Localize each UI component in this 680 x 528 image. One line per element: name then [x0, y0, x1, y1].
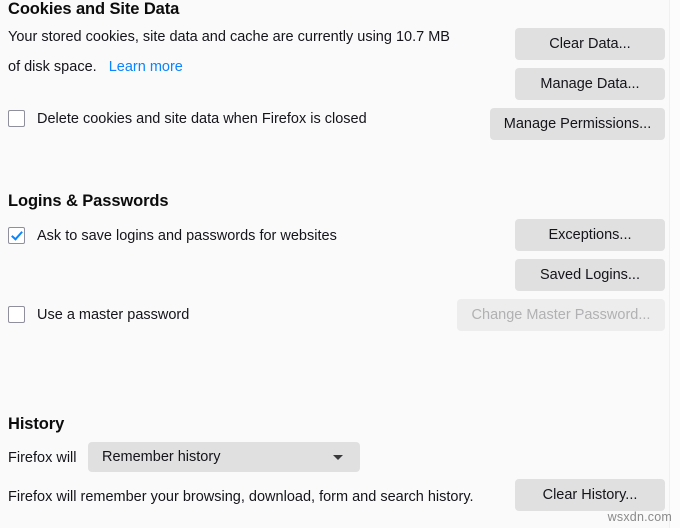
privacy-settings-panel: Cookies and Site Data Your stored cookie… — [0, 0, 680, 528]
history-mode-dropdown[interactable]: Remember history — [88, 442, 360, 472]
delete-cookies-on-close-checkbox[interactable] — [8, 110, 25, 127]
delete-cookies-on-close-row[interactable]: Delete cookies and site data when Firefo… — [8, 110, 367, 127]
cookies-description-line2: of disk space. Learn more — [8, 57, 183, 77]
firefox-will-label: Firefox will — [8, 450, 77, 466]
logins-section-heading: Logins & Passwords — [8, 192, 169, 210]
manage-permissions-button[interactable]: Manage Permissions... — [490, 108, 665, 140]
saved-logins-button[interactable]: Saved Logins... — [515, 259, 665, 291]
ask-to-save-logins-checkbox[interactable] — [8, 227, 25, 244]
history-section-heading: History — [8, 415, 65, 433]
use-master-password-row[interactable]: Use a master password — [8, 306, 189, 323]
manage-data-button[interactable]: Manage Data... — [515, 68, 665, 100]
history-description: Firefox will remember your browsing, dow… — [8, 489, 474, 505]
cookies-section-heading: Cookies and Site Data — [8, 0, 180, 18]
use-master-password-label: Use a master password — [37, 306, 190, 323]
chevron-down-icon — [333, 454, 343, 460]
ask-to-save-logins-label: Ask to save logins and passwords for web… — [37, 227, 337, 244]
watermark: wsxdn.com — [607, 510, 672, 524]
learn-more-link[interactable]: Learn more — [109, 59, 183, 75]
exceptions-button[interactable]: Exceptions... — [515, 219, 665, 251]
ask-to-save-logins-row[interactable]: Ask to save logins and passwords for web… — [8, 227, 337, 244]
cookies-description-line1: Your stored cookies, site data and cache… — [8, 29, 450, 45]
history-mode-selected-value: Remember history — [102, 449, 221, 465]
change-master-password-button: Change Master Password... — [457, 299, 665, 331]
cookies-description-line2-text: of disk space. — [8, 59, 97, 75]
vertical-scrollbar[interactable] — [669, 0, 680, 528]
clear-history-button[interactable]: Clear History... — [515, 479, 665, 511]
delete-cookies-on-close-label: Delete cookies and site data when Firefo… — [37, 110, 367, 127]
clear-data-button[interactable]: Clear Data... — [515, 28, 665, 60]
use-master-password-checkbox[interactable] — [8, 306, 25, 323]
